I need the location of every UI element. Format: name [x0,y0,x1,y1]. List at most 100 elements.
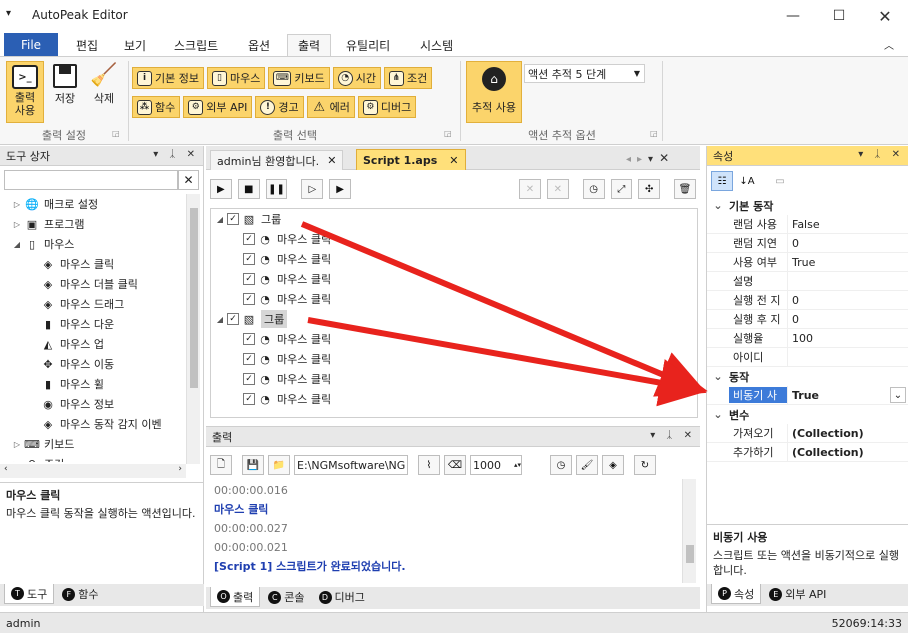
enabled-checkbox[interactable]: ✓ [243,293,255,305]
output-path-input[interactable]: E:\NGMsoftware\NG [294,455,408,475]
property-value[interactable]: True [787,253,908,271]
chip-error[interactable]: ⚠ 에러 [306,96,355,118]
dialog-launcher-icon[interactable]: ◲ [650,129,658,138]
new-file-icon[interactable]: 🗋 [210,455,232,475]
value-dropdown-button[interactable]: ⌄ [890,387,906,403]
tab-view[interactable]: 보기 [114,34,156,56]
script-action-node[interactable]: ✓ ◔ 마우스 클릭 [211,269,697,289]
expand-icon[interactable]: ⤢ [610,179,633,199]
trace-use-button[interactable]: ⌂ 추적 사용 [466,61,522,123]
enabled-checkbox[interactable]: ✓ [243,333,255,345]
close-tab-icon[interactable]: ✕ [327,154,336,167]
tab-scroll-icons[interactable]: ◂▸▾✕ [626,151,675,165]
chevron-down-icon[interactable]: ⌄ [707,370,729,383]
chip-function[interactable]: ⁂ 함수 [132,96,181,118]
step-into-icon[interactable]: ▷ [301,179,324,199]
eraser-icon[interactable]: ⌫ [444,455,466,475]
remove-all-icon[interactable]: ✕ [546,179,569,199]
clock-icon[interactable]: ◷ [582,179,605,199]
collapse-toggle-icon[interactable]: ◢ [213,315,227,324]
property-value[interactable]: True [787,386,890,404]
property-row[interactable]: 설명 [707,272,908,291]
property-row[interactable]: 사용 여부 True [707,253,908,272]
enabled-checkbox[interactable]: ✓ [243,393,255,405]
tab-output-log[interactable]: O 출력 [210,587,261,607]
enabled-checkbox[interactable]: ✓ [243,353,255,365]
property-row[interactable]: 랜덤 지연 0 [707,234,908,253]
script-action-node[interactable]: ✓ ◔ 마우스 클릭 [211,229,697,249]
dialog-launcher-icon[interactable]: ◲ [112,129,120,138]
property-row[interactable]: 실행율 100 [707,329,908,348]
sort-alpha-icon[interactable]: ↓A [736,171,758,191]
panel-controls[interactable]: ▾ ᛣ ✕ [153,149,199,160]
toolbox-search-input[interactable] [4,170,178,190]
quick-access-menu-icon[interactable]: ▾ [6,8,11,19]
property-value[interactable] [787,272,908,290]
toolbox-item[interactable]: ◈ 마우스 동작 감지 이벤 [0,414,186,434]
chip-mouse[interactable]: ▯ 마우스 [206,67,266,89]
save-icon[interactable]: 💾 [242,455,264,475]
property-value[interactable] [787,348,908,366]
play-icon[interactable]: ▶ [210,179,232,199]
chip-keyboard[interactable]: ⌨ 키보드 [268,67,330,89]
property-value[interactable]: 100 [787,329,908,347]
property-row[interactable]: 비동기 사 True ⌄ [707,386,908,405]
panel-controls[interactable]: ▾ ᛣ ✕ [650,430,696,441]
collapse-toggle-icon[interactable]: ◢ [213,215,227,224]
tab-welcome[interactable]: admin님 환영합니다. ✕ [210,150,344,170]
script-action-node[interactable]: ✓ ◔ 마우스 클릭 [211,289,697,309]
tab-script[interactable]: 스크립트 [164,34,228,56]
property-row[interactable]: 추가하기 (Collection) [707,443,908,462]
broom-icon[interactable]: ⌇ [418,455,440,475]
property-value[interactable]: False [787,215,908,233]
toolbox-item[interactable]: ▷⚲ 조건 [0,454,186,463]
enabled-checkbox[interactable]: ✓ [227,313,239,325]
tab-toolbox[interactable]: T 도구 [4,584,55,604]
script-group-node[interactable]: ◢ ✓ ▧ 그룹 [211,309,697,329]
expand-toggle-icon[interactable]: ▷ [10,460,24,463]
toolbox-item[interactable]: ✥ 마우스 이동 [0,354,186,374]
enabled-checkbox[interactable]: ✓ [243,273,255,285]
output-scrollbar[interactable] [682,479,696,583]
tab-debug[interactable]: D 디버그 [313,587,371,607]
chip-external-api[interactable]: ⚙ 외부 API [183,96,253,118]
close-button[interactable]: ✕ [862,0,908,32]
output-use-button[interactable]: >_ 출력 사용 [6,61,44,123]
line-count-stepper[interactable]: 1000 ▴▾ [470,455,522,475]
tab-console[interactable]: C 콘솔 [262,587,310,607]
expand-toggle-icon[interactable]: ▷ [10,220,24,229]
tab-script-1[interactable]: Script 1.aps ✕ [356,149,466,170]
property-row[interactable]: 랜덤 사용 False [707,215,908,234]
step-run-icon[interactable]: ▶ [329,179,352,199]
brush-icon[interactable]: 🖌 [576,455,598,475]
script-group-node[interactable]: ◢ ✓ ▧ 그룹 [211,209,697,229]
toolbox-item[interactable]: ▮ 마우스 다운 [0,314,186,334]
property-pages-icon[interactable]: ▭ [769,171,791,191]
toolbox-item[interactable]: ◢ ▯ 마우스 [0,234,186,254]
stepper-arrows-icon[interactable]: ▴▾ [514,461,521,469]
tab-options[interactable]: 옵션 [238,34,280,56]
toolbox-item[interactable]: ◈ 마우스 더블 클릭 [0,274,186,294]
property-value[interactable]: 0 [787,291,908,309]
script-action-node[interactable]: ✓ ◔ 마우스 클릭 [211,349,697,369]
toolbox-item[interactable]: ▷ ⌨ 키보드 [0,434,186,454]
categorized-icon[interactable]: ☷ [711,171,733,191]
property-category[interactable]: ⌄ 변수 [707,405,908,424]
remove-item-icon[interactable]: ✕ [519,179,541,199]
property-category[interactable]: ⌄ 기본 동작 [707,196,908,215]
toolbox-item[interactable]: ▷ 🌐 매크로 설정 [0,194,186,214]
toolbox-item[interactable]: ◉ 마우스 정보 [0,394,186,414]
toolbox-item[interactable]: ◭ 마우스 업 [0,334,186,354]
panel-controls[interactable]: ▾ ᛣ ✕ [858,149,904,160]
property-row[interactable]: 아이디 [707,348,908,367]
script-action-node[interactable]: ✓ ◔ 마우스 클릭 [211,369,697,389]
tab-properties[interactable]: P 속성 [711,584,762,604]
property-value[interactable]: 0 [787,310,908,328]
chip-time[interactable]: ◔ 시간 [332,67,381,89]
enabled-checkbox[interactable]: ✓ [243,253,255,265]
script-action-node[interactable]: ✓ ◔ 마우스 클릭 [211,389,697,409]
refresh-icon[interactable]: ↻ [634,455,656,475]
chip-warning[interactable]: ! 경고 [255,96,304,118]
close-tab-icon[interactable]: ✕ [449,154,458,167]
expand-toggle-icon[interactable]: ◢ [10,240,24,249]
